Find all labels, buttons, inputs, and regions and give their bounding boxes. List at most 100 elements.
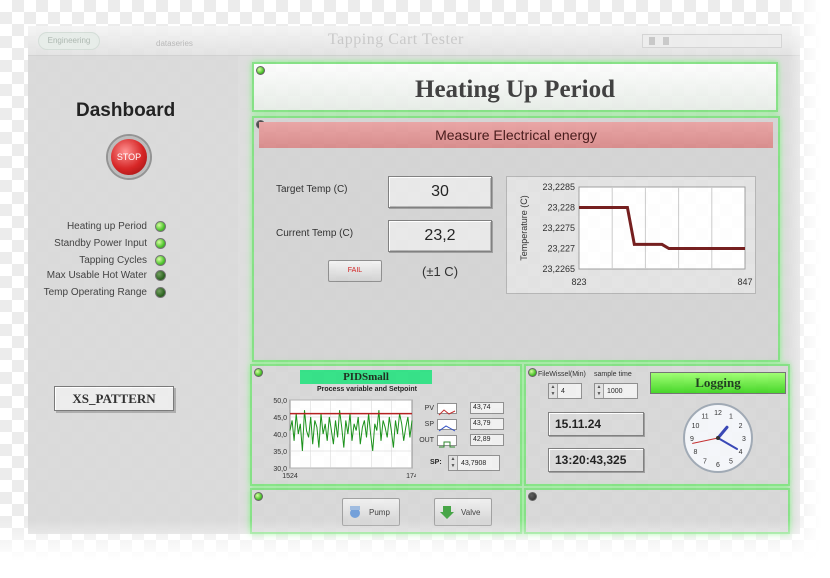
panel-led-icon [256,66,265,75]
current-temp-value: 23,2 [388,220,492,252]
legend-sp-value: 43,79 [470,418,504,430]
dashboard-sidebar: Dashboard STOP Heating up Period Standby… [28,56,238,534]
target-temp-label: Target Temp (C) [276,184,348,195]
plot-area [578,186,746,270]
pid-chart: 50,0 45,0 40,0 35,0 30,01524 174 [273,398,416,480]
title-bar: Engineering dataseries Tapping Cart Test… [28,26,800,56]
pump-label: Pump [369,507,390,517]
toolbar-grip-icon [663,37,669,45]
time-display: 13:20:43,325 [548,448,644,472]
valve-icon [439,504,455,520]
legend-pv-label: PV [424,404,434,412]
status-label: Heating up Period [66,220,147,232]
clock-numeral: 3 [742,436,746,443]
stop-button[interactable]: STOP [108,136,150,178]
clock-numeral: 7 [703,459,707,466]
panel-led-icon [254,492,263,501]
clock-numeral: 1 [729,413,733,420]
status-led-icon [155,254,166,266]
legend-out-label: OUT [419,436,434,444]
clock-numeral: 12 [714,410,722,417]
pattern-indicator[interactable]: XS_PATTERN [54,386,174,411]
filewissel-stepper[interactable]: ▲ ▼ 4 [548,383,582,399]
x-tick-label: 1524 [282,473,298,480]
right-fade [788,0,830,578]
pid-subtitle: Process variable and Setpoint [317,386,417,393]
stepper-arrows-icon[interactable]: ▲ ▼ [449,456,458,470]
page-heading: Heating Up Period [415,76,615,103]
pid-title: PIDSmall [300,370,432,384]
setpoint-label: SP: [430,459,442,466]
clock-numeral: 5 [729,459,733,466]
energy-panel: Measure Electrical energy Target Temp (C… [252,116,780,362]
sample-time-label: sample time [594,371,632,378]
setpoint-stepper[interactable]: ▲ ▼ 43,7908 [448,455,500,471]
filewissel-value: 4 [561,387,565,395]
x-tick-label: 823 [571,277,586,287]
filewissel-label: FileWissel(Min) [538,371,586,378]
status-item-standby-power: Standby Power Input [54,235,166,251]
y-tick-label: 23,228 [547,203,575,213]
y-tick-label: 45,0 [273,415,287,422]
clock-numeral: 11 [701,413,708,420]
current-temp-label: Current Temp (C) [276,228,354,239]
temperature-chart: 23,2285 23,228 23,2275 23,227 23,2265 823 847 T… [506,176,756,294]
window-title: Tapping Cart Tester [328,31,464,48]
stepper-arrows-icon[interactable]: ▲ ▼ [595,384,604,398]
temperature-chart-svg: 23,2285 23,228 23,2275 23,227 23,2265 823 847 T… [519,182,753,287]
valve-label: Valve [461,507,481,517]
clock-numeral: 6 [716,462,720,469]
pid-panel: PIDSmall Process variable and Setpoint 5… [250,364,522,486]
setpoint-value: 43,7908 [461,459,487,467]
clock-numeral: 10 [692,423,700,430]
clock-numeral: 2 [739,423,743,430]
status-item-max-hot-water: Max Usable Hot Water [47,267,166,283]
application-window: Engineering dataseries Tapping Cart Test… [28,26,800,534]
clock-numeral: 4 [739,449,743,456]
status-item-temp-range: Temp Operating Range [44,284,166,300]
y-axis-label: Temperature (C) [519,195,529,261]
legend-sp-swatch-icon [437,418,457,431]
panel-led-icon [528,368,537,377]
date-display: 15.11.24 [548,412,644,436]
legend-sp: SP [416,418,457,431]
bottom-fade [0,520,830,578]
stepper-arrows-icon[interactable]: ▲ ▼ [549,384,558,398]
y-tick-label: 23,2285 [542,182,575,192]
status-led-icon [155,220,166,232]
analog-clock-icon: 1234567891011 12 [683,403,753,473]
target-temp-value: 30 [388,176,492,208]
y-tick-label: 40,0 [273,432,287,439]
status-label: Tapping Cycles [79,254,147,266]
status-item-tapping-cycles: Tapping Cycles [79,252,166,268]
status-led-icon [155,237,166,249]
logging-indicator[interactable]: Logging [650,372,786,394]
legend-sp-label: SP [424,420,434,428]
sample-time-value: 1000 [607,387,623,395]
legend-out-swatch-icon [437,434,457,447]
app-logo: Engineering [38,32,100,50]
panel-led-icon [528,492,537,501]
status-led-icon [155,269,166,281]
title-toolbar[interactable] [642,34,782,48]
clock-numeral: 8 [694,449,698,456]
legend-pv: PV [416,402,457,415]
legend-out: OUT [416,434,457,447]
panel-led-icon [254,368,263,377]
energy-header: Measure Electrical energy [259,122,773,148]
status-label: Temp Operating Range [43,286,147,298]
y-tick-label: 35,0 [273,449,287,456]
legend-pv-swatch-icon [437,402,457,415]
clock-numeral: 9 [690,436,694,443]
legend-out-value: 42,89 [470,434,504,446]
pump-icon [347,504,363,520]
y-tick-label: 23,2275 [542,223,575,233]
y-tick-label: 50,0 [273,398,287,405]
x-tick-label: 174 [406,473,416,480]
app-subtitle: dataseries [156,39,193,48]
y-tick-label: 30,0 [273,466,287,473]
toolbar-grip-icon [649,37,655,45]
tolerance-text: (±1 C) [422,264,459,279]
sample-time-stepper[interactable]: ▲ ▼ 1000 [594,383,638,399]
fail-button[interactable]: FAIL [328,260,382,282]
